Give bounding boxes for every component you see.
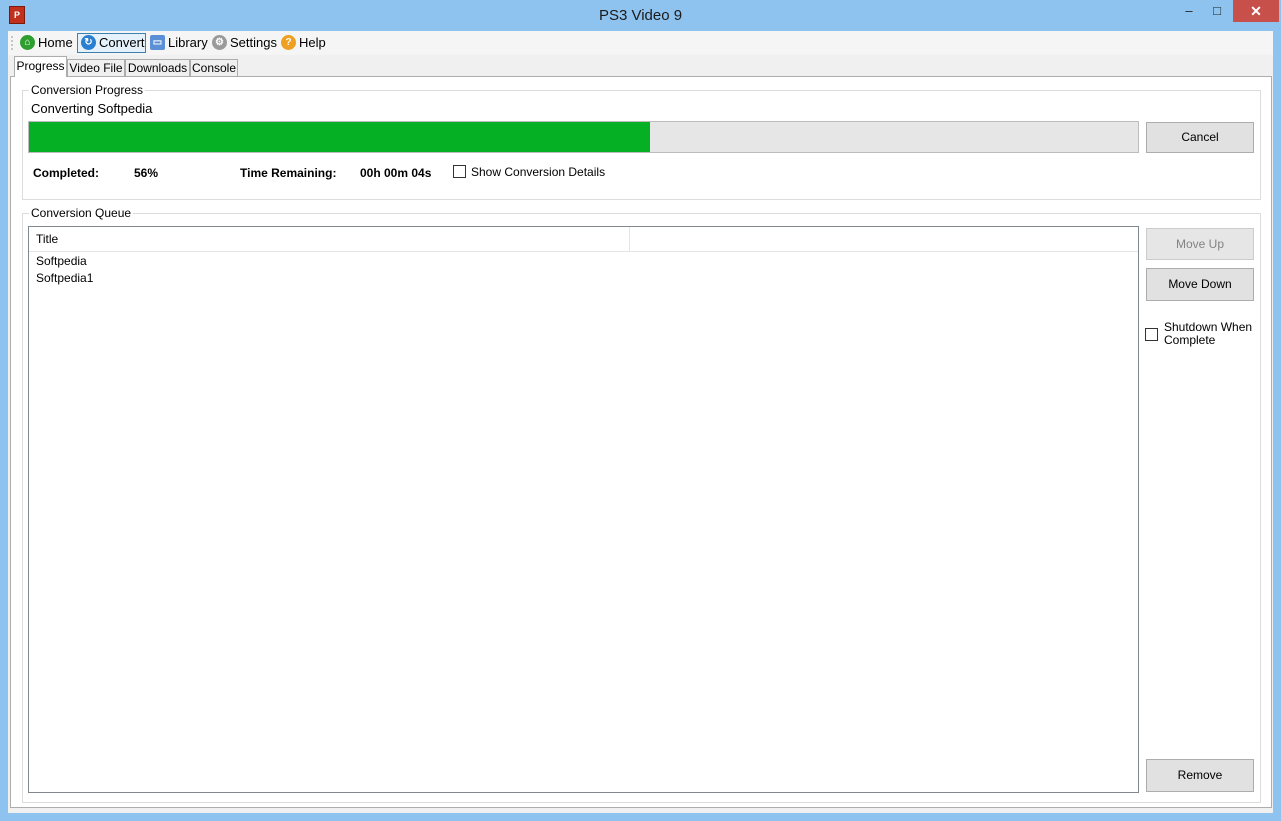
menu-home[interactable]: ⌂ Home bbox=[17, 33, 75, 53]
shutdown-when-complete-checkbox[interactable] bbox=[1145, 328, 1158, 341]
conversion-queue-legend: Conversion Queue bbox=[29, 206, 134, 220]
shutdown-when-complete-label[interactable]: Shutdown When Complete bbox=[1164, 321, 1252, 347]
remove-button[interactable]: Remove bbox=[1146, 759, 1254, 792]
show-conversion-details-label[interactable]: Show Conversion Details bbox=[471, 165, 605, 179]
menu-help-label: Help bbox=[299, 35, 326, 50]
menu-home-label: Home bbox=[38, 35, 73, 50]
menu-library-label: Library bbox=[168, 35, 208, 50]
completed-label: Completed: bbox=[33, 166, 99, 180]
queue-list-header: Title bbox=[29, 227, 1138, 252]
cancel-button[interactable]: Cancel bbox=[1146, 122, 1254, 153]
menu-convert[interactable]: ↻ Convert bbox=[77, 33, 146, 53]
client-area: ⌂ Home ↻ Convert ▭ Library ⚙ Settings ? … bbox=[8, 31, 1273, 813]
menu-settings-label: Settings bbox=[230, 35, 277, 50]
menu-library[interactable]: ▭ Library bbox=[147, 33, 208, 53]
conversion-progress-group: Conversion Progress Converting Softpedia… bbox=[22, 83, 1261, 200]
progress-tab-panel: Conversion Progress Converting Softpedia… bbox=[10, 76, 1272, 808]
list-item[interactable]: Softpedia1 bbox=[36, 270, 93, 287]
app-window: P PS3 Video 9 – □ ✕ ⌂ Home ↻ Convert ▭ L… bbox=[0, 0, 1281, 821]
conversion-queue-list[interactable]: Title Softpedia Softpedia1 bbox=[28, 226, 1139, 793]
minimize-button[interactable]: – bbox=[1174, 0, 1204, 22]
help-icon: ? bbox=[281, 35, 296, 50]
time-remaining-label: Time Remaining: bbox=[240, 166, 337, 180]
close-button[interactable]: ✕ bbox=[1233, 0, 1279, 22]
gear-icon: ⚙ bbox=[212, 35, 227, 50]
show-conversion-details-checkbox[interactable] bbox=[453, 165, 466, 178]
tab-video-file[interactable]: Video File bbox=[67, 59, 125, 76]
tab-progress[interactable]: Progress bbox=[14, 56, 67, 77]
conversion-status-text: Converting Softpedia bbox=[31, 101, 153, 116]
menu-settings[interactable]: ⚙ Settings bbox=[209, 33, 277, 53]
convert-icon: ↻ bbox=[81, 35, 96, 50]
list-item[interactable]: Softpedia bbox=[36, 253, 87, 270]
menu-bar: ⌂ Home ↻ Convert ▭ Library ⚙ Settings ? … bbox=[8, 31, 1273, 55]
conversion-progress-legend: Conversion Progress bbox=[29, 83, 146, 97]
tab-strip: Progress Video File Downloads Console bbox=[8, 55, 1273, 77]
tab-console[interactable]: Console bbox=[190, 59, 238, 76]
move-down-button[interactable]: Move Down bbox=[1146, 268, 1254, 301]
toolbar-grip[interactable] bbox=[11, 35, 13, 51]
conversion-progress-bar bbox=[28, 121, 1139, 153]
menu-convert-label: Convert bbox=[99, 35, 145, 50]
maximize-button[interactable]: □ bbox=[1202, 0, 1232, 22]
home-icon: ⌂ bbox=[20, 35, 35, 50]
move-up-button[interactable]: Move Up bbox=[1146, 228, 1254, 260]
completed-value: 56% bbox=[134, 166, 159, 180]
folder-icon: ▭ bbox=[150, 35, 165, 50]
title-bar: P PS3 Video 9 – □ ✕ bbox=[0, 0, 1281, 31]
conversion-progress-fill bbox=[29, 122, 651, 152]
column-header-title[interactable]: Title bbox=[29, 227, 630, 251]
shutdown-label-line1: Shutdown When bbox=[1164, 320, 1253, 334]
time-remaining-value: 00h 00m 04s bbox=[360, 166, 432, 180]
menu-help[interactable]: ? Help bbox=[278, 33, 328, 53]
shutdown-label-line2: Complete bbox=[1164, 333, 1216, 347]
tab-downloads[interactable]: Downloads bbox=[125, 59, 190, 76]
conversion-queue-group: Conversion Queue Title Softpedia Softped… bbox=[22, 206, 1261, 803]
window-title: PS3 Video 9 bbox=[598, 7, 683, 24]
